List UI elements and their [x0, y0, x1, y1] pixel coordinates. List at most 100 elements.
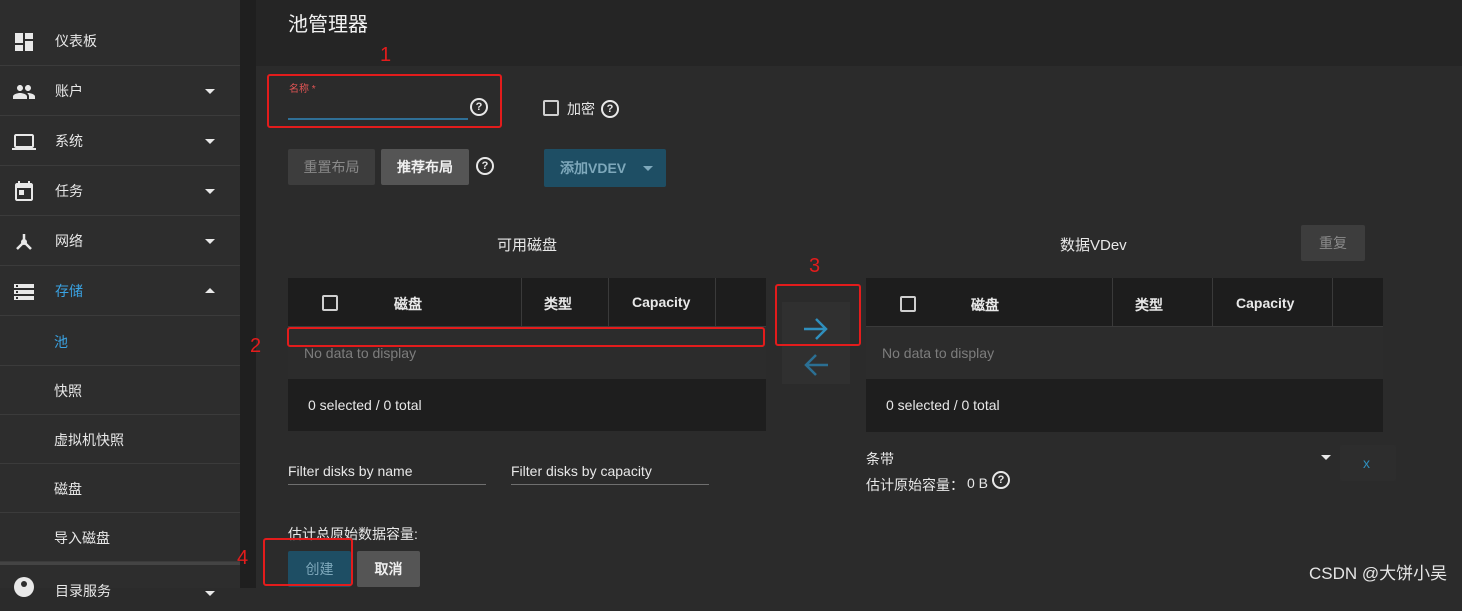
directory-icon: [14, 577, 34, 597]
caret-down-icon: [205, 89, 215, 94]
nav-item-accounts[interactable]: 账户: [0, 67, 240, 116]
arrow-left-icon[interactable]: [801, 351, 831, 379]
page-header: 池管理器: [256, 0, 1462, 66]
caret-down-icon: [205, 591, 215, 596]
nav-label-dashboard: 仪表板: [55, 33, 97, 49]
select-all-checkbox[interactable]: [900, 296, 916, 312]
total-capacity-label: 估计总原始数据容量:: [288, 526, 418, 542]
sub-label-import-disk: 导入磁盘: [54, 530, 110, 546]
arrow-right-icon[interactable]: [801, 315, 831, 343]
sub-label-snapshots: 快照: [54, 383, 82, 399]
empty-row: No data to display: [866, 327, 1383, 379]
name-input[interactable]: [288, 94, 464, 116]
column-header-type[interactable]: 类型: [544, 294, 572, 314]
nav-item-storage[interactable]: 存储: [0, 267, 240, 316]
suggest-layout-button[interactable]: 推荐布局: [381, 149, 469, 185]
annotation-number-1: 1: [380, 44, 392, 66]
people-icon: [13, 85, 35, 99]
filter-by-capacity-underline: [511, 484, 709, 485]
nav-item-dashboard[interactable]: 仪表板: [0, 17, 240, 66]
add-vdev-label: 添加VDEV: [560, 160, 627, 176]
remove-vdev-button[interactable]: x: [1340, 445, 1396, 481]
nav-label-directory-services: 目录服务: [55, 583, 111, 599]
available-disks-title: 可用磁盘: [497, 237, 558, 254]
dashboard-icon: [15, 33, 33, 51]
repeat-button[interactable]: 重复: [1301, 225, 1365, 261]
encrypt-label: 加密: [567, 101, 595, 117]
select-all-checkbox[interactable]: [322, 295, 338, 311]
caret-down-icon: [205, 139, 215, 144]
sub-label-disks: 磁盘: [54, 481, 82, 497]
help-icon[interactable]: ?: [992, 471, 1010, 489]
create-button[interactable]: 创建: [288, 551, 351, 587]
column-divider: [1112, 278, 1113, 326]
data-vdev-title: 数据VDev: [1060, 237, 1127, 254]
filter-by-name-underline: [288, 484, 486, 485]
column-divider: [1212, 278, 1213, 326]
column-divider: [608, 278, 609, 326]
sidebar: 仪表板 账户 系统 任务 网络 存储 池 快照 虚拟机快照 磁盘 导入磁盘 目录…: [0, 0, 240, 599]
help-icon[interactable]: ?: [601, 100, 619, 118]
selection-summary: 0 selected / 0 total: [308, 397, 422, 413]
sidebar-item-vm-snapshots[interactable]: 虚拟机快照: [0, 415, 240, 464]
sidebar-item-import-disk[interactable]: 导入磁盘: [0, 513, 240, 562]
nav-label-storage: 存储: [55, 283, 83, 299]
empty-text: No data to display: [304, 345, 417, 361]
annotation-number-4: 4: [237, 547, 249, 569]
empty-row: No data to display: [288, 327, 766, 379]
caret-down-icon: [205, 189, 215, 194]
selection-summary: 0 selected / 0 total: [886, 397, 1000, 413]
sub-label-vm-snapshots: 虚拟机快照: [54, 432, 124, 448]
name-input-underline: [288, 118, 468, 120]
nav-label-network: 网络: [55, 233, 83, 249]
nav-label-accounts: 账户: [55, 83, 83, 99]
column-divider: [1332, 278, 1333, 326]
help-icon[interactable]: ?: [476, 157, 494, 175]
table-header: 磁盘 类型 Capacity: [288, 278, 766, 327]
table-header: 磁盘 类型 Capacity: [866, 278, 1383, 327]
chevron-down-icon: [643, 166, 653, 171]
sidebar-item-disks[interactable]: 磁盘: [0, 464, 240, 513]
filter-by-capacity-label[interactable]: Filter disks by capacity: [511, 463, 652, 479]
reset-layout-button[interactable]: 重置布局: [288, 149, 375, 185]
column-header-type[interactable]: 类型: [1135, 295, 1163, 315]
storage-icon: [14, 284, 34, 300]
annotation-number-3: 3: [809, 255, 821, 277]
laptop-icon: [12, 134, 36, 150]
nav-label-tasks: 任务: [55, 183, 83, 199]
cancel-button[interactable]: 取消: [357, 551, 420, 587]
remove-vdev-label: x: [1363, 455, 1370, 471]
sidebar-item-snapshots[interactable]: 快照: [0, 366, 240, 415]
caret-up-icon: [205, 288, 215, 293]
nav-item-directory-services[interactable]: 目录服务: [0, 562, 240, 611]
help-icon[interactable]: ?: [470, 98, 488, 116]
data-vdev-table: 磁盘 类型 Capacity No data to display 0 sele…: [866, 278, 1383, 432]
column-header-capacity[interactable]: Capacity: [632, 294, 690, 310]
available-disks-table: 磁盘 类型 Capacity No data to display 0 sele…: [288, 278, 766, 431]
nav-item-network[interactable]: 网络: [0, 217, 240, 266]
annotation-number-2: 2: [250, 335, 262, 357]
column-header-disk[interactable]: 磁盘: [394, 294, 422, 314]
column-divider: [715, 278, 716, 326]
nav-label-system: 系统: [55, 133, 83, 149]
raw-capacity-label: 估计原始容量：: [866, 477, 964, 493]
network-icon: [16, 234, 32, 250]
caret-down-icon: [205, 239, 215, 244]
raw-capacity-value: 0 B: [967, 475, 989, 491]
vdev-layout-select[interactable]: 条带: [866, 449, 894, 469]
sidebar-item-pools[interactable]: 池: [0, 317, 240, 366]
column-header-capacity[interactable]: Capacity: [1236, 295, 1294, 311]
sub-label-pools: 池: [54, 334, 68, 350]
nav-item-tasks[interactable]: 任务: [0, 167, 240, 216]
column-divider: [521, 278, 522, 326]
nav-item-system[interactable]: 系统: [0, 117, 240, 166]
watermark: CSDN @大饼小吴: [1309, 564, 1448, 583]
chevron-down-icon[interactable]: [1321, 455, 1331, 460]
sidebar-scrollbar[interactable]: [240, 0, 256, 588]
empty-text: No data to display: [882, 345, 995, 361]
name-field-label: 名称 *: [289, 84, 316, 95]
filter-by-name-label[interactable]: Filter disks by name: [288, 463, 412, 479]
page-title: 池管理器: [288, 14, 368, 36]
encrypt-checkbox[interactable]: [543, 100, 559, 116]
column-header-disk[interactable]: 磁盘: [971, 295, 999, 315]
